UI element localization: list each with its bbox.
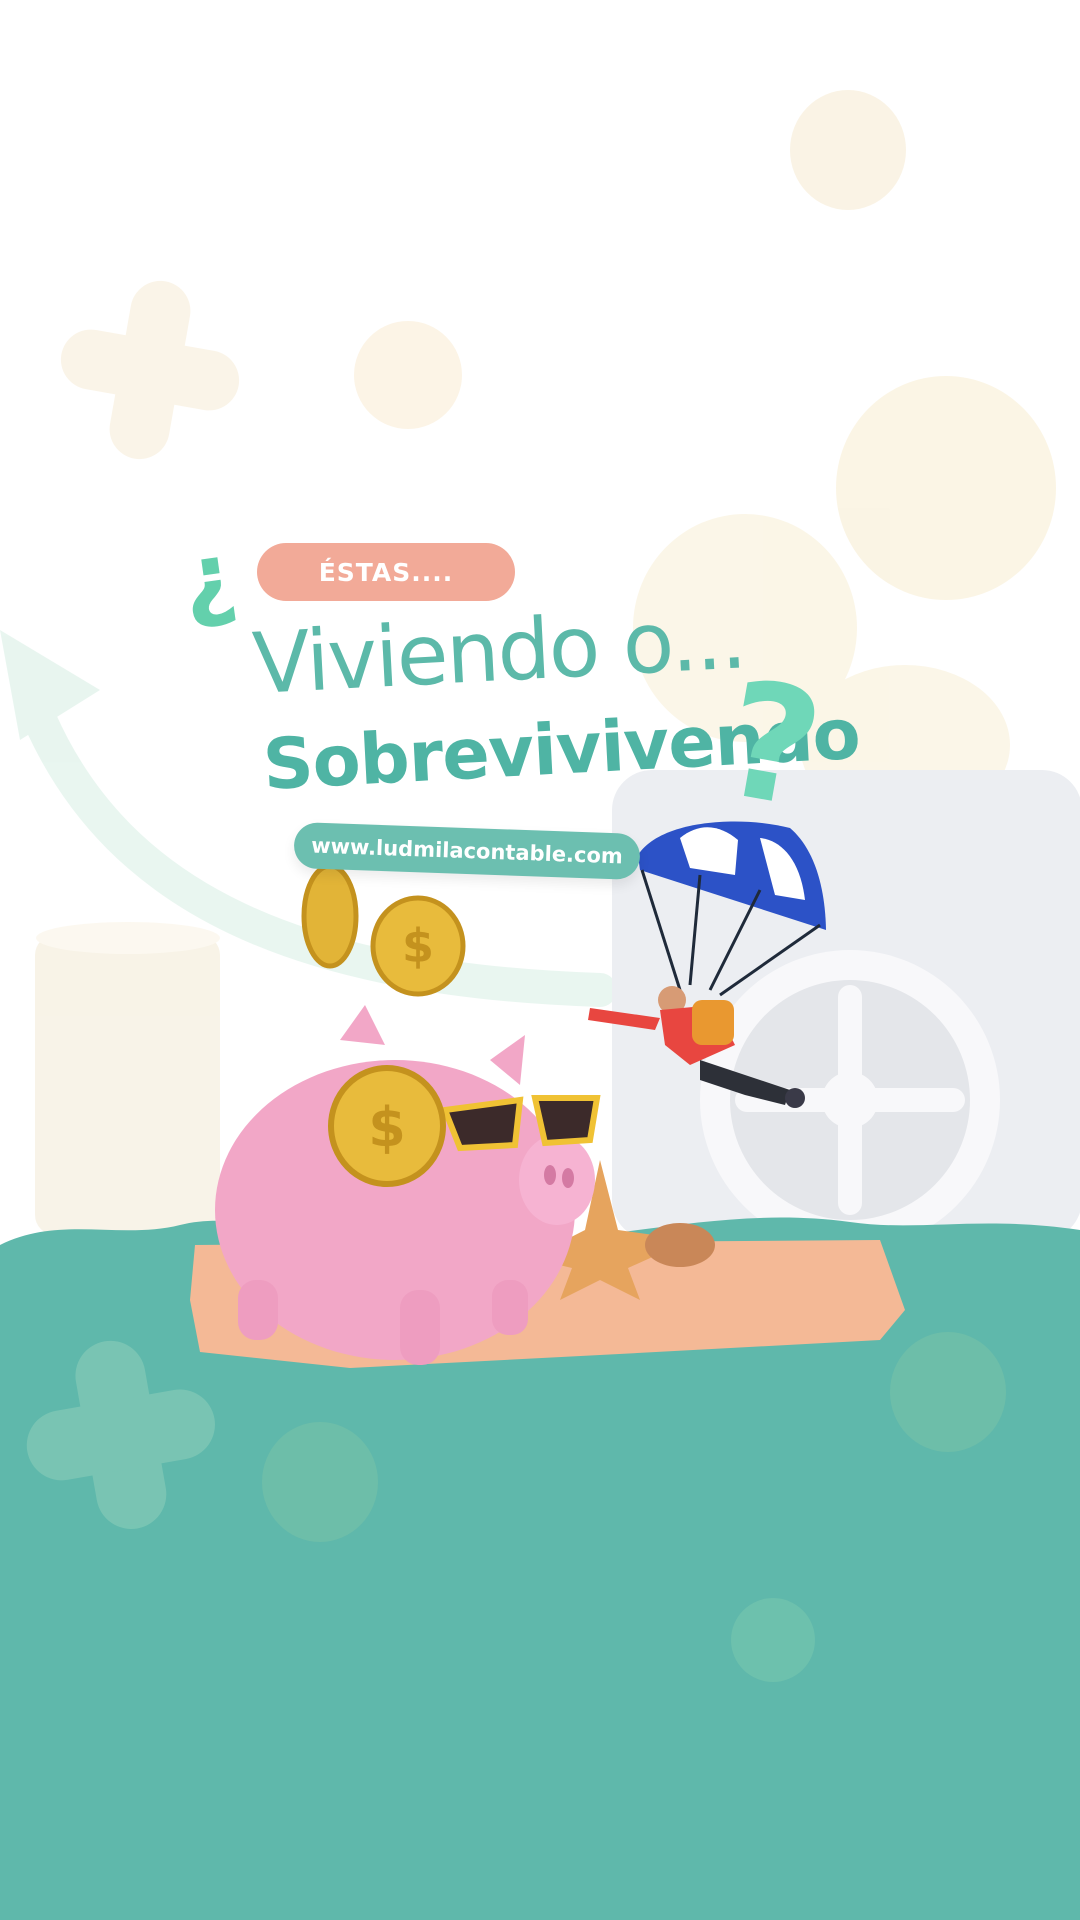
sphere-decoration xyxy=(354,321,462,429)
poster: $ $ ¿ ÉSTAS.... Viviendo o... Sobreviviv… xyxy=(0,0,1080,1920)
coin-stack xyxy=(35,922,220,1235)
background-illustration: $ $ xyxy=(0,90,1080,1920)
headline-line1: Viviendo o... xyxy=(250,589,748,713)
sphere-decoration xyxy=(731,1598,815,1682)
svg-text:$: $ xyxy=(402,919,434,973)
coin-icon xyxy=(262,1422,378,1542)
coin-icon xyxy=(890,1332,1006,1452)
estas-badge: ÉSTAS.... xyxy=(257,543,515,601)
svg-text:$: $ xyxy=(368,1096,406,1159)
plus-icon xyxy=(60,280,240,460)
